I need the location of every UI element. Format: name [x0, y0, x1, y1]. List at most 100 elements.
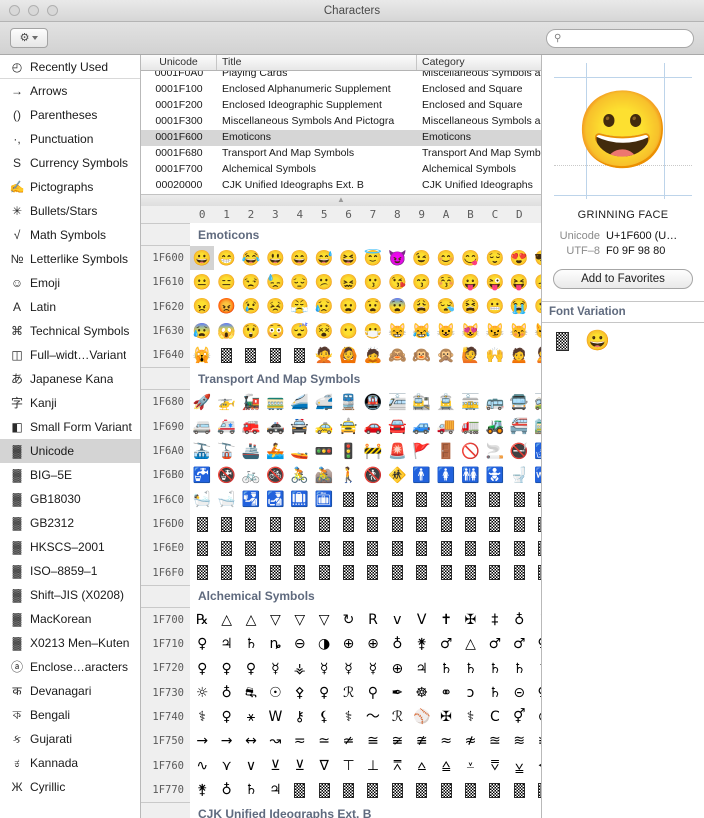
- grid-cell[interactable]: 🙀: [190, 343, 214, 367]
- grid-cell[interactable]: 😾: [531, 319, 541, 343]
- grid-cell[interactable]: 🚩: [410, 439, 434, 463]
- grid-cell[interactable]: 😒: [239, 270, 263, 294]
- sidebar-item-enclose-aracters[interactable]: ⓐ Enclose…aracters: [0, 655, 140, 679]
- grid-cell[interactable]: [531, 488, 541, 512]
- grid-cell[interactable]: 🚭: [507, 439, 531, 463]
- sidebar-item-bengali[interactable]: ক Bengali: [0, 703, 140, 727]
- column-header-title[interactable]: Title: [217, 55, 417, 70]
- grid-cell[interactable]: ☿: [263, 656, 287, 680]
- grid-cell[interactable]: 😶: [336, 319, 360, 343]
- grid-cell[interactable]: 😻: [458, 319, 482, 343]
- font-variation-tofu-icon[interactable]: [556, 331, 569, 351]
- grid-cell[interactable]: ⚕: [190, 705, 214, 729]
- grid-cell[interactable]: 🚆: [336, 390, 360, 414]
- grid-cell[interactable]: 😴: [288, 319, 312, 343]
- sidebar-item-full-widt-variant[interactable]: ◫ Full–widt…Variant: [0, 343, 140, 367]
- grid-cell[interactable]: ☿: [336, 656, 360, 680]
- grid-cell[interactable]: 🚺: [434, 463, 458, 487]
- grid-cell[interactable]: C: [483, 705, 507, 729]
- grid-cell[interactable]: 😦: [336, 295, 360, 319]
- grid-cell[interactable]: [434, 778, 458, 802]
- grid-cell[interactable]: [263, 536, 287, 560]
- sidebar-item-small-form-variant[interactable]: ◧ Small Form Variant: [0, 415, 140, 439]
- grid-cell[interactable]: ≋: [507, 729, 531, 753]
- grid-cell[interactable]: 😡: [214, 295, 238, 319]
- grid-cell[interactable]: [214, 343, 238, 367]
- grid-cell[interactable]: 😇: [361, 246, 385, 270]
- grid-cell[interactable]: ⩠: [434, 754, 458, 778]
- grid-cell[interactable]: [458, 778, 482, 802]
- grid-cell[interactable]: [458, 488, 482, 512]
- grid-cell[interactable]: [336, 561, 360, 585]
- grid-cell[interactable]: ♄: [239, 778, 263, 802]
- grid-cell[interactable]: ⊚: [531, 705, 541, 729]
- grid-cell[interactable]: [288, 778, 312, 802]
- grid-cell[interactable]: 🙉: [410, 343, 434, 367]
- grid-cell[interactable]: [214, 512, 238, 536]
- grid-cell[interactable]: ⊕: [361, 632, 385, 656]
- grid-cell[interactable]: 🚧: [361, 439, 385, 463]
- grid-cell[interactable]: 🚔: [288, 415, 312, 439]
- grid-cell[interactable]: [507, 512, 531, 536]
- table-row[interactable]: 0001F200 Enclosed Ideographic Supplement E…: [141, 98, 541, 114]
- grid-cell[interactable]: ♀: [239, 656, 263, 680]
- grid-cell[interactable]: ⚥: [531, 632, 541, 656]
- grid-cell[interactable]: [239, 343, 263, 367]
- sidebar-item-hkscs-2001[interactable]: ▓ HKSCS–2001: [0, 535, 140, 559]
- grid-cell[interactable]: ♄: [458, 656, 482, 680]
- grid-cell[interactable]: [239, 536, 263, 560]
- grid-cell[interactable]: ♃: [263, 778, 287, 802]
- sidebar-item-mackorean[interactable]: ▓ MacKorean: [0, 607, 140, 631]
- grid-cell[interactable]: [531, 536, 541, 560]
- block-list-rows[interactable]: 0001F0A0 Playing Cards Miscellaneous Symbo…: [141, 71, 541, 194]
- grid-cell[interactable]: 😮: [531, 295, 541, 319]
- table-row[interactable]: 0001F680 Transport And Map Symbols Transpo…: [141, 146, 541, 162]
- grid-cell[interactable]: 😨: [385, 295, 409, 319]
- grid-cell[interactable]: ∨: [239, 754, 263, 778]
- sidebar-item-gb18030[interactable]: ▓ GB18030: [0, 487, 140, 511]
- grid-cell[interactable]: [483, 536, 507, 560]
- grid-cell[interactable]: 😳: [263, 319, 287, 343]
- grid-cell[interactable]: [410, 488, 434, 512]
- grid-cell[interactable]: ⚹: [239, 705, 263, 729]
- grid-cell[interactable]: [336, 778, 360, 802]
- grid-cell[interactable]: ⊕: [336, 632, 360, 656]
- grid-cell[interactable]: 😩: [410, 295, 434, 319]
- grid-cell[interactable]: 〜: [361, 705, 385, 729]
- grid-cell[interactable]: 🚹: [410, 463, 434, 487]
- grid-cell[interactable]: ⊝: [507, 681, 531, 705]
- grid-cell[interactable]: →: [190, 729, 214, 753]
- grid-cell[interactable]: [190, 536, 214, 560]
- sidebar-item-arrows[interactable]: → Arrows: [0, 79, 140, 103]
- grid-cell[interactable]: 😰: [190, 319, 214, 343]
- grid-cell[interactable]: ☿: [361, 656, 385, 680]
- grid-cell[interactable]: ✝: [434, 608, 458, 632]
- grid-cell[interactable]: ⊥: [361, 754, 385, 778]
- grid-cell[interactable]: [507, 536, 531, 560]
- grid-cell[interactable]: 🙈: [385, 343, 409, 367]
- grid-cell[interactable]: 😅: [312, 246, 336, 270]
- grid-cell[interactable]: [483, 512, 507, 536]
- grid-cell[interactable]: 🙅: [312, 343, 336, 367]
- grid-cell[interactable]: 🚋: [458, 390, 482, 414]
- grid-cell[interactable]: 😤: [288, 295, 312, 319]
- grid-cell[interactable]: 🚷: [361, 463, 385, 487]
- grid-cell[interactable]: ⚵: [190, 778, 214, 802]
- grid-cell[interactable]: 😽: [507, 319, 531, 343]
- sidebar-item-x0213-men-kuten[interactable]: ▓ X0213 Men–Kuten: [0, 631, 140, 655]
- grid-cell[interactable]: ≃: [312, 729, 336, 753]
- grid-cell[interactable]: ⚥: [531, 681, 541, 705]
- grid-cell[interactable]: 🚶: [336, 463, 360, 487]
- grid-cell[interactable]: 😣: [263, 295, 287, 319]
- grid-cell[interactable]: ♄: [483, 681, 507, 705]
- grid-cell[interactable]: ♂: [434, 632, 458, 656]
- grid-cell[interactable]: ⩢: [483, 754, 507, 778]
- grid-cell[interactable]: [239, 561, 263, 585]
- grid-cell[interactable]: 😪: [434, 295, 458, 319]
- table-row[interactable]: 00020000 CJK Unified Ideographs Ext. B CJK…: [141, 178, 541, 194]
- grid-cell[interactable]: ⚷: [288, 705, 312, 729]
- sidebar-item-pictographs[interactable]: ✍ Pictographs: [0, 175, 140, 199]
- grid-cell[interactable]: [312, 778, 336, 802]
- grid-cell[interactable]: 🛂: [239, 488, 263, 512]
- grid-cell[interactable]: 🚊: [434, 390, 458, 414]
